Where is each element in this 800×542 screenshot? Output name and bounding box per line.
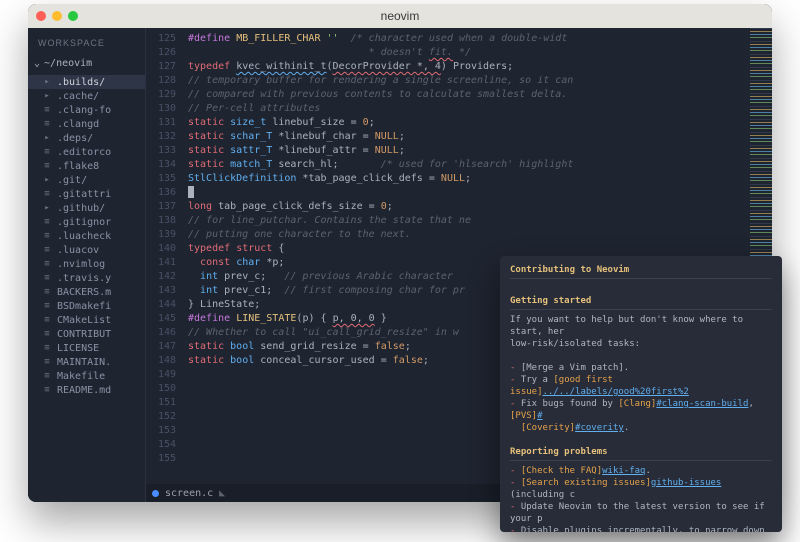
file-item[interactable]: ▸ .cache/ [28, 89, 145, 103]
folder-icon: ▸ [42, 91, 52, 101]
file-name: CMakeList [57, 315, 111, 326]
float-list-item: - Update Neovim to the latest version to… [510, 501, 772, 525]
float-title: Contributing to Neovim [510, 264, 772, 279]
folder-icon: ▸ [42, 203, 52, 213]
file-icon: ≡ [42, 315, 52, 325]
file-item[interactable]: ≡ BACKERS.m [28, 285, 145, 299]
workspace-label: WORKSPACE [28, 36, 145, 56]
file-name: README.md [57, 385, 111, 396]
workspace-root[interactable]: ⌄ ~/neovim [28, 56, 145, 71]
file-name: .luacov [57, 245, 99, 256]
file-item[interactable]: ≡ .gitattri [28, 187, 145, 201]
file-icon: ≡ [42, 273, 52, 283]
file-item[interactable]: ≡ CONTRIBUT [28, 327, 145, 341]
file-name: .travis.y [57, 273, 111, 284]
float-body: If you want to help but don't know where… [510, 314, 772, 350]
file-item[interactable]: ≡ .editorco [28, 145, 145, 159]
file-item[interactable]: ▸ .builds/ [28, 75, 145, 89]
file-item[interactable]: ≡ Makefile [28, 369, 145, 383]
tab-corner-icon: ◣ [219, 488, 225, 499]
file-item[interactable]: ≡ LICENSE [28, 341, 145, 355]
file-item[interactable]: ▸ .github/ [28, 201, 145, 215]
float-list-item: - [Check the FAQ]wiki-faq. [510, 465, 772, 477]
file-item[interactable]: ≡ .luacheck [28, 229, 145, 243]
file-icon: ≡ [42, 357, 52, 367]
file-icon: ≡ [42, 287, 52, 297]
file-item[interactable]: ≡ CMakeList [28, 313, 145, 327]
file-name: BACKERS.m [57, 287, 111, 298]
file-icon: ≡ [42, 385, 52, 395]
file-name: .gitattri [57, 189, 111, 200]
file-item[interactable]: ≡ MAINTAIN. [28, 355, 145, 369]
file-item[interactable]: ≡ .luacov [28, 243, 145, 257]
file-name: .clang-fo [57, 105, 111, 116]
file-name: BSDmakefi [57, 301, 111, 312]
floating-doc-window[interactable]: Contributing to Neovim Getting started If… [500, 256, 782, 532]
file-icon: ≡ [42, 147, 52, 157]
file-item[interactable]: ≡ .gitignor [28, 215, 145, 229]
file-icon: ≡ [42, 119, 52, 129]
float-list-item: - Disable plugins incrementally, to narr… [510, 525, 772, 532]
float-heading: Reporting problems [510, 446, 772, 461]
root-path: ~/neovim [44, 58, 92, 69]
float-list-item: - Fix bugs found by [Clang]#clang-scan-b… [510, 398, 772, 434]
line-gutter: 1251261271281291301311321331341351361371… [146, 28, 184, 484]
file-name: .nvimlog [57, 259, 105, 270]
titlebar: neovim [28, 4, 772, 28]
file-item[interactable]: ≡ .travis.y [28, 271, 145, 285]
file-name: .git/ [57, 175, 87, 186]
file-icon: ≡ [42, 343, 52, 353]
file-name: .editorco [57, 147, 111, 158]
file-name: .deps/ [57, 133, 93, 144]
folder-icon: ▸ [42, 133, 52, 143]
file-icon: ≡ [42, 245, 52, 255]
file-list: ▸ .builds/ ▸ .cache/ ≡ .clang-fo ≡ .clangd ▸ .dep… [28, 75, 145, 397]
file-icon: ≡ [42, 371, 52, 381]
file-name: .clangd [57, 119, 99, 130]
file-icon: ≡ [42, 217, 52, 227]
file-name: .github/ [57, 203, 105, 214]
chevron-down-icon: ⌄ [34, 58, 40, 69]
float-list-item: - [Search existing issues]github-issues … [510, 477, 772, 501]
file-item[interactable]: ≡ .clang-fo [28, 103, 145, 117]
folder-icon: ▸ [42, 77, 52, 87]
file-icon: ≡ [42, 301, 52, 311]
file-item[interactable]: ≡ .nvimlog [28, 257, 145, 271]
file-name: .builds/ [57, 77, 105, 88]
file-name: .luacheck [57, 231, 111, 242]
file-item[interactable]: ▸ .deps/ [28, 131, 145, 145]
file-name: Makefile [57, 371, 105, 382]
file-icon: ≡ [42, 231, 52, 241]
file-name: MAINTAIN. [57, 357, 111, 368]
tab-filename[interactable]: screen.c [165, 488, 213, 499]
float-heading: Getting started [510, 295, 772, 310]
file-name: CONTRIBUT [57, 329, 111, 340]
file-item[interactable]: ≡ .clangd [28, 117, 145, 131]
file-item[interactable]: ≡ .flake8 [28, 159, 145, 173]
file-item[interactable]: ≡ README.md [28, 383, 145, 397]
file-name: .flake8 [57, 161, 99, 172]
window-title: neovim [28, 9, 772, 23]
file-item[interactable]: ▸ .git/ [28, 173, 145, 187]
file-item[interactable]: ≡ BSDmakefi [28, 299, 145, 313]
folder-icon: ▸ [42, 175, 52, 185]
modified-indicator-icon [152, 490, 159, 497]
file-icon: ≡ [42, 189, 52, 199]
file-icon: ≡ [42, 329, 52, 339]
file-icon: ≡ [42, 259, 52, 269]
file-name: .gitignor [57, 217, 111, 228]
sidebar: WORKSPACE ⌄ ~/neovim ▸ .builds/ ▸ .cache/ ≡.… [28, 28, 146, 502]
float-list-item: - [Merge a Vim patch]. [510, 362, 772, 374]
file-name: LICENSE [57, 343, 99, 354]
file-icon: ≡ [42, 161, 52, 171]
float-list-item: - Try a [good first issue]../../labels/g… [510, 374, 772, 398]
file-icon: ≡ [42, 105, 52, 115]
file-name: .cache/ [57, 91, 99, 102]
